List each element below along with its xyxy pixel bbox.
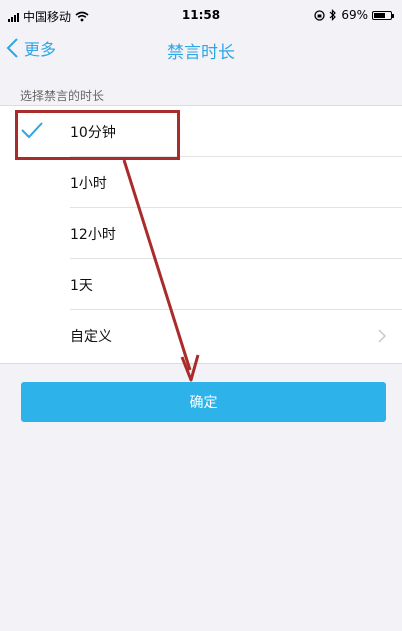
status-bar: 中国移动 11:58 69% [0,0,402,30]
option-custom[interactable]: 自定义 [0,310,402,361]
battery-fill [374,12,386,18]
section-label: 选择禁言的时长 [20,89,105,103]
option-1hour[interactable]: 1小时 [0,157,402,208]
rotation-lock-icon [314,9,325,21]
option-12hours[interactable]: 12小时 [0,208,402,259]
confirm-button[interactable]: 确定 [21,382,386,422]
option-label: 自定义 [70,328,112,345]
status-right: 69% [314,8,394,22]
battery-percent: 69% [341,8,368,22]
option-label: 12小时 [70,226,116,243]
confirm-label: 确定 [189,395,218,411]
nav-bar: 更多 禁言时长 [0,30,402,70]
chevron-right-icon [378,329,386,343]
page-title: 禁言时长 [167,43,235,63]
option-label: 1小时 [70,175,107,192]
annotation-highlight-box [15,110,180,160]
bluetooth-icon [329,9,337,21]
option-1day[interactable]: 1天 [0,259,402,310]
battery-icon [372,10,394,20]
option-label: 1天 [70,277,93,294]
